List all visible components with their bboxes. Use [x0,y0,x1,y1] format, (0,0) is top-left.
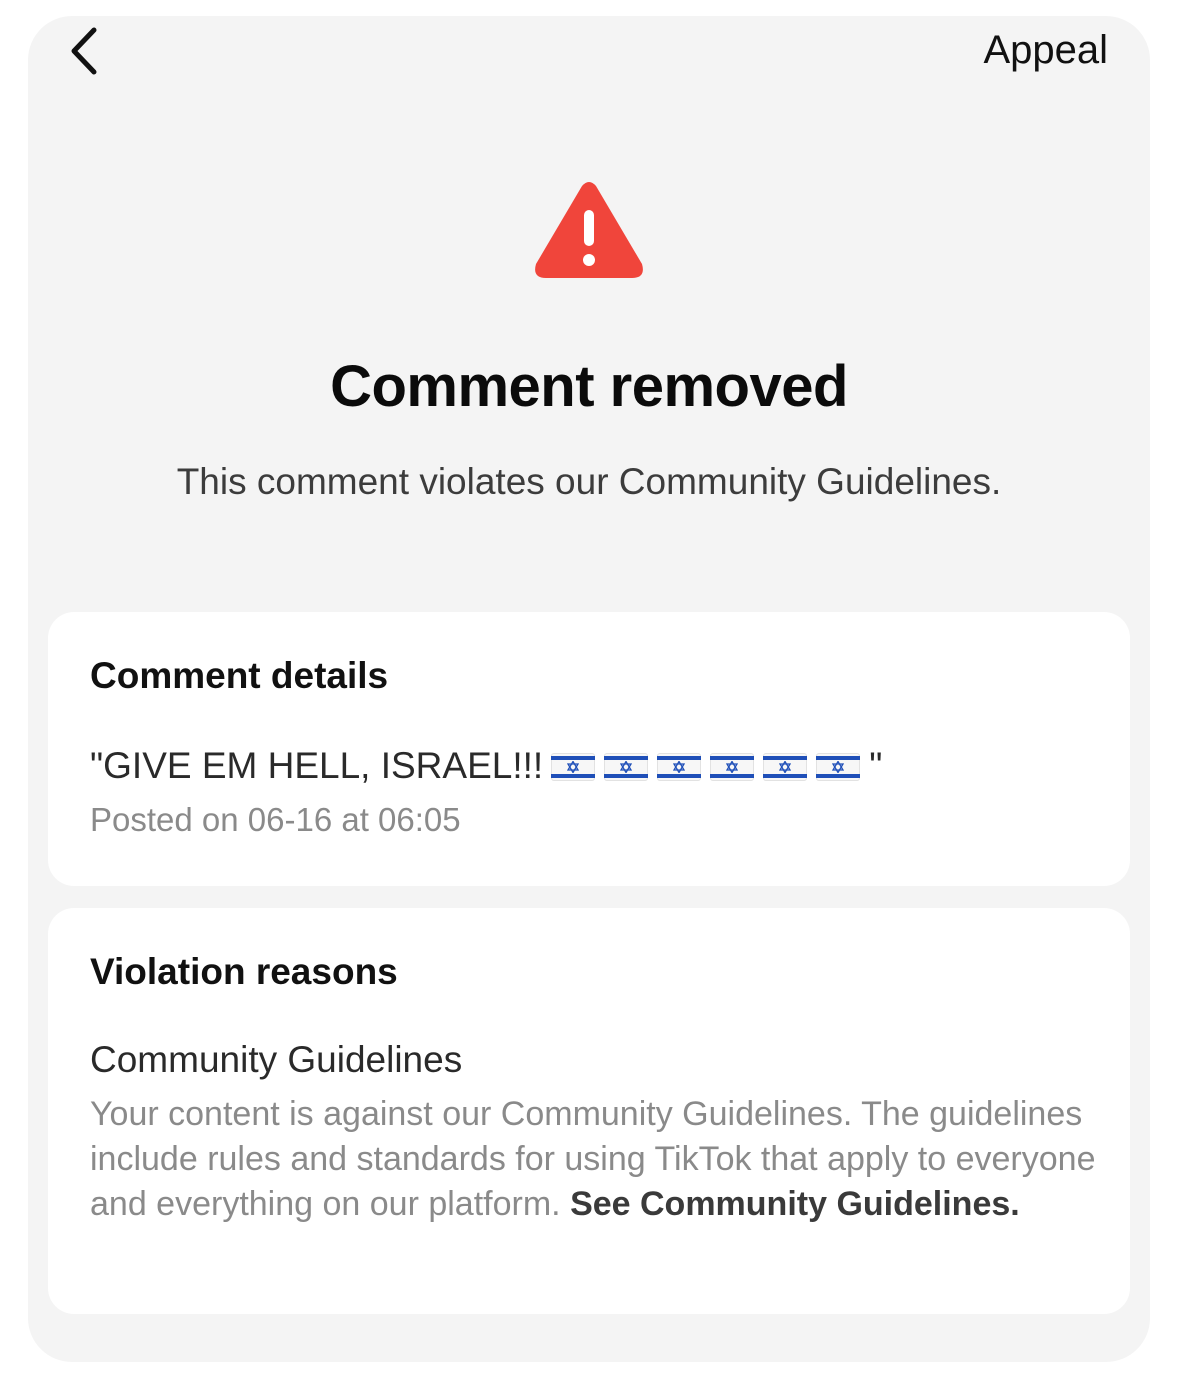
warning-triangle-icon [535,182,643,278]
israel-flag-icon [710,753,755,781]
violation-reasons-heading: Violation reasons [90,951,398,992]
page-subtitle: This comment violates our Community Guid… [176,461,1002,502]
flag-emojis [551,744,869,788]
page-title: Comment removed [330,354,848,419]
appeal-button[interactable]: Appeal [983,26,1108,74]
comment-details-heading: Comment details [90,655,389,696]
back-button[interactable] [64,26,114,76]
israel-flag-icon [763,753,808,781]
posted-timestamp: Posted on 06-16 at 06:05 [90,801,461,838]
israel-flag-icon [816,753,861,781]
comment-details-card: Comment details "GIVE EM HELL, ISRAEL!!!… [48,612,1130,886]
comment-quote-close: " [869,745,883,786]
comment-removed-screen: Appeal Comment removed This comment viol… [28,16,1150,1362]
violation-reasons-card: Violation reasons Community Guidelines Y… [48,908,1130,1314]
comment-quote: "GIVE EM HELL, ISRAEL!!! [90,745,544,786]
reason-title: Community Guidelines [90,1039,463,1080]
israel-flag-icon [657,753,702,781]
israel-flag-icon [551,753,596,781]
israel-flag-icon [604,753,649,781]
see-community-guidelines-link[interactable]: See Community Guidelines. [570,1185,1020,1223]
chevron-left-icon [71,27,97,75]
reason-description: Your content is against our Community Gu… [90,1092,1100,1227]
comment-text: "GIVE EM HELL, ISRAEL!!! " [90,744,882,788]
